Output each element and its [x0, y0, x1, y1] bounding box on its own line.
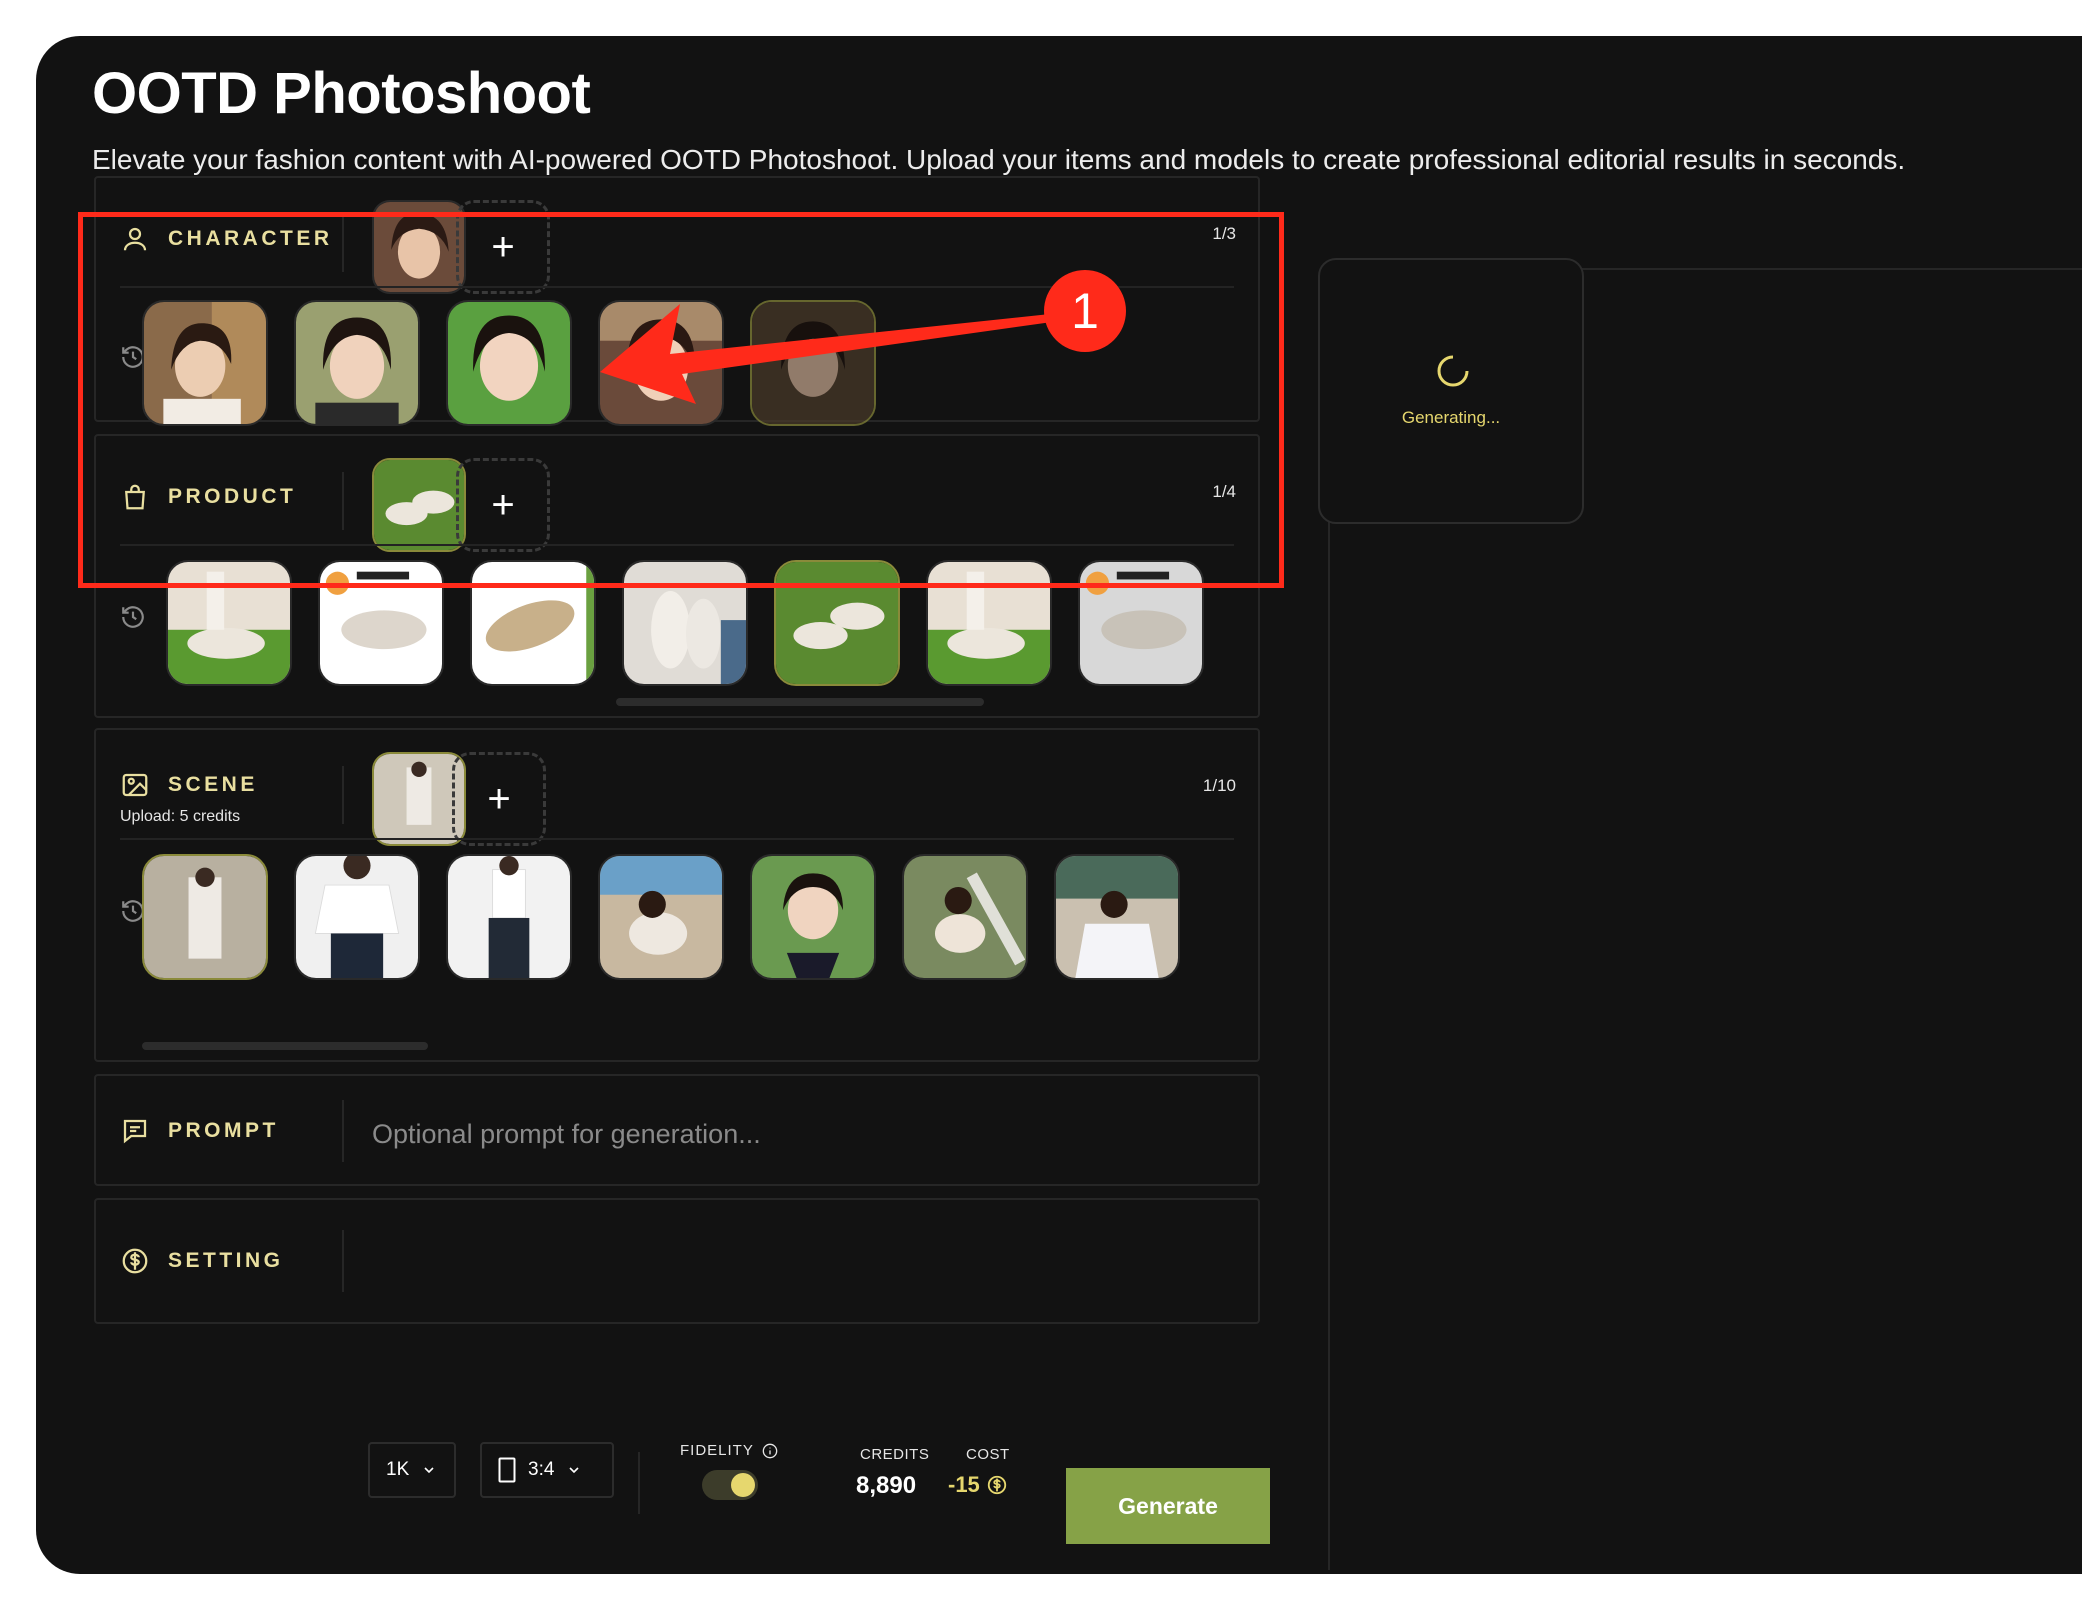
scene-history-item[interactable]	[294, 854, 420, 980]
divider	[342, 1230, 344, 1292]
character-history-item[interactable]	[294, 300, 420, 426]
product-history-item[interactable]	[318, 560, 444, 686]
product-history-item[interactable]	[470, 560, 596, 686]
generation-card: Generating...	[1318, 258, 1584, 524]
divider	[342, 214, 344, 272]
cost-label: COST	[966, 1446, 1010, 1463]
cost-value: -15	[948, 1472, 1008, 1498]
page-subtitle: Elevate your fashion content with AI-pow…	[92, 144, 1906, 175]
product-scrollbar[interactable]	[616, 698, 984, 706]
image-icon	[122, 773, 148, 797]
character-label: CHARACTER	[120, 224, 333, 254]
credits-label: CREDITS	[860, 1446, 930, 1463]
fidelity-toggle[interactable]	[702, 1470, 758, 1500]
scene-label: SCENE	[120, 770, 258, 800]
prompt-input[interactable]	[372, 1112, 1232, 1156]
info-icon[interactable]	[762, 1443, 778, 1459]
product-history-item[interactable]	[1078, 560, 1204, 686]
scene-history-item[interactable]	[598, 854, 724, 980]
setting-label: SETTING	[120, 1246, 284, 1276]
chevron-down-icon	[424, 1467, 434, 1474]
aspect-ratio-select[interactable]: 3:4	[480, 1442, 614, 1498]
scene-scrollbar[interactable]	[142, 1042, 428, 1050]
divider	[638, 1452, 640, 1514]
scene-history-item[interactable]	[142, 854, 268, 980]
prompt-label: PROMPT	[120, 1116, 279, 1146]
product-counter: 1/4	[1212, 482, 1236, 501]
loading-spinner-icon	[1437, 355, 1469, 387]
product-history-item[interactable]	[926, 560, 1052, 686]
divider	[342, 472, 344, 530]
scene-history-item[interactable]	[750, 854, 876, 980]
generation-status: Generating...	[1401, 408, 1501, 427]
resolution-value: 1K	[386, 1459, 410, 1480]
history-icon[interactable]	[120, 604, 146, 630]
scene-history-item[interactable]	[902, 854, 1028, 980]
selected-product-thumb[interactable]	[372, 458, 466, 552]
product-label: PRODUCT	[120, 482, 296, 512]
divider	[120, 838, 1234, 840]
add-character-button[interactable]: +	[456, 200, 550, 294]
annotation-arrow-icon	[600, 304, 1052, 404]
person-icon	[123, 227, 147, 251]
fidelity-label: FIDELITY	[680, 1442, 778, 1459]
setting-panel: SETTING	[94, 1198, 1260, 1324]
character-history-item[interactable]	[142, 300, 268, 426]
shopping-bag-icon	[125, 484, 145, 510]
credits-value: 8,890	[856, 1472, 917, 1499]
product-history-item[interactable]	[774, 560, 900, 686]
product-history-item[interactable]	[622, 560, 748, 686]
app-window: OOTD Photoshoot Elevate your fashion con…	[36, 36, 2082, 1574]
character-counter: 1/3	[1212, 224, 1236, 243]
scene-counter: 1/10	[1202, 776, 1236, 795]
page-title: OOTD Photoshoot	[92, 61, 591, 126]
product-panel: PRODUCT + 1/4	[94, 434, 1260, 718]
scene-history-item[interactable]	[446, 854, 572, 980]
generate-button[interactable]: Generate	[1066, 1468, 1270, 1544]
resolution-select[interactable]: 1K	[368, 1442, 456, 1498]
divider	[120, 544, 1234, 546]
annotation-badge: 1	[1044, 270, 1126, 352]
coin-icon	[987, 1475, 1006, 1495]
selected-character-thumb[interactable]	[372, 200, 466, 294]
chevron-down-icon	[569, 1467, 579, 1474]
scene-history-item[interactable]	[1054, 854, 1180, 980]
divider	[342, 1100, 344, 1162]
dollar-circle-icon	[122, 1248, 148, 1274]
toggle-knob	[731, 1473, 755, 1497]
character-history-item[interactable]	[446, 300, 572, 426]
scene-upload-note: Upload: 5 credits	[120, 808, 241, 825]
divider	[342, 766, 344, 824]
prompt-panel: PROMPT	[94, 1074, 1260, 1186]
scene-panel: SCENE Upload: 5 credits + 1/10	[94, 728, 1260, 1062]
product-history-item[interactable]	[166, 560, 292, 686]
chat-icon	[123, 1119, 147, 1144]
portrait-frame-icon	[498, 1457, 516, 1483]
add-scene-button[interactable]: +	[452, 752, 546, 846]
aspect-ratio-value: 3:4	[528, 1459, 555, 1480]
add-product-button[interactable]: +	[456, 458, 550, 552]
